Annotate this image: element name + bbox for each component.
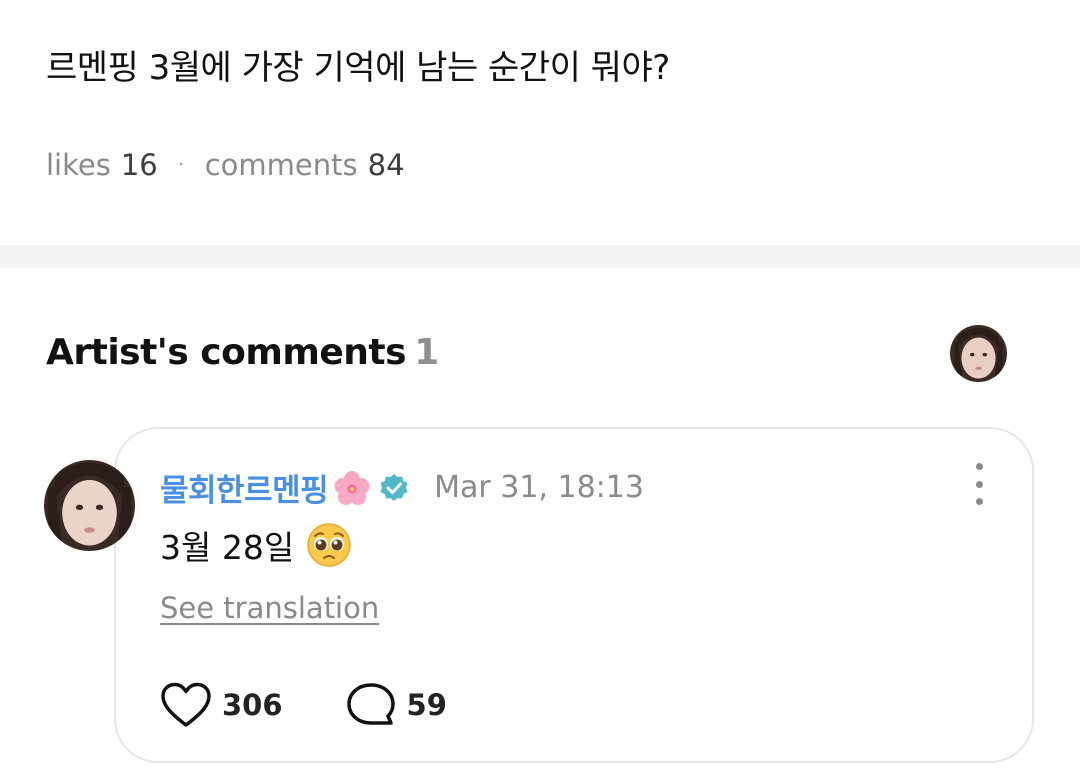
speech-bubble-icon [346, 683, 395, 725]
comment-header: 물회한르멘핑 Mar 31, 18:13 [160, 465, 644, 510]
pleading-face-emoji [307, 523, 351, 567]
post-stats: likes 16 · comments 84 [46, 148, 405, 182]
artist-comments-count: 1 [414, 332, 439, 373]
comments-count[interactable]: 84 [368, 148, 405, 182]
comment-author-name[interactable]: 물회한르멘핑 [160, 465, 329, 510]
heart-icon [161, 682, 211, 727]
reply-count: 59 [406, 688, 447, 722]
verified-badge-icon [380, 473, 408, 501]
comment-actions: 306 59 [160, 681, 447, 729]
artist-avatar-image [950, 325, 1007, 382]
like-button[interactable]: 306 [160, 681, 283, 729]
like-count: 306 [222, 688, 283, 722]
post-header: 르멘핑 3월에 가장 기억에 남는 순간이 뭐야? likes 16 · com… [0, 0, 1080, 245]
post-title: 르멘핑 3월에 가장 기억에 남는 순간이 뭐야? [46, 48, 670, 88]
artist-avatar[interactable] [950, 325, 1007, 382]
comment-body: 3월 28일 [160, 521, 352, 569]
comment-timestamp: Mar 31, 18:13 [434, 470, 644, 505]
comments-label[interactable]: comments [205, 148, 358, 182]
comment-text: 3월 28일 [160, 528, 295, 567]
artist-comments-heading: Artist's comments 1 [46, 332, 439, 373]
artist-comment-card: 물회한르멘핑 Mar 31, 18:13 3월 28일 See translat… [114, 427, 1034, 763]
more-dot [975, 480, 983, 488]
cherry-blossom-icon [334, 470, 370, 505]
more-dot [975, 463, 983, 470]
reply-button[interactable]: 59 [345, 681, 447, 729]
stats-separator: · [177, 152, 185, 178]
likes-label: likes [46, 148, 111, 182]
artist-comments-title: Artist's comments [46, 332, 407, 373]
more-dot [975, 498, 983, 505]
section-divider [0, 245, 1080, 268]
likes-count: 16 [120, 148, 158, 182]
comment-author-avatar-image [44, 460, 135, 551]
more-options-button[interactable] [964, 463, 994, 505]
comment-author-avatar[interactable] [44, 460, 135, 551]
see-translation-link[interactable]: See translation [160, 591, 379, 625]
